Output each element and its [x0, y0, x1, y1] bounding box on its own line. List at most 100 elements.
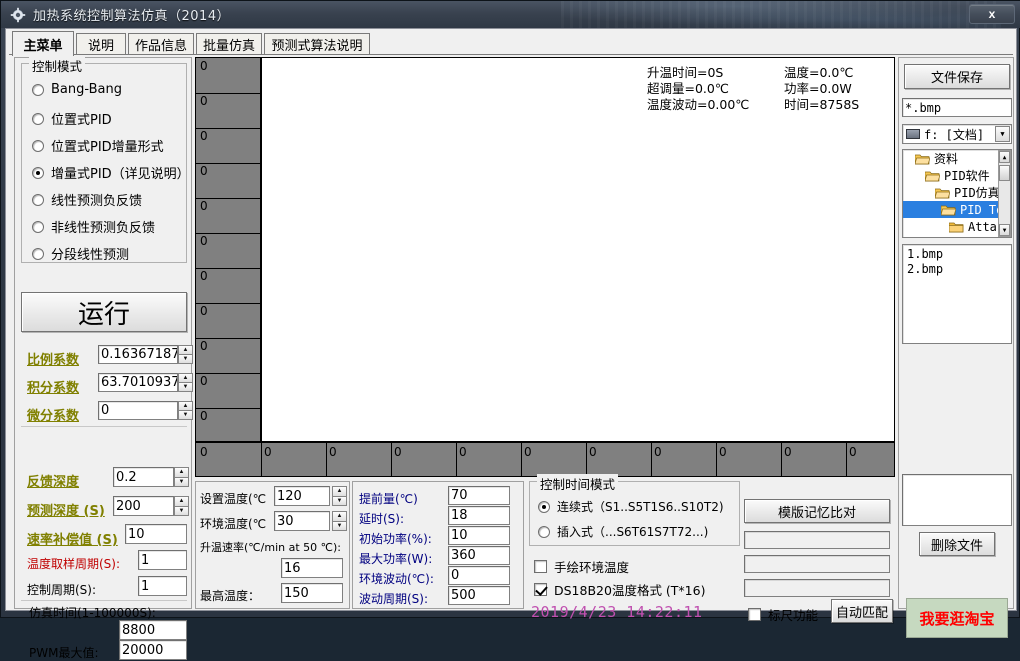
- input-proportional-coef[interactable]: 0.163671875: [98, 345, 178, 364]
- spinner-down-icon[interactable]: ▼: [174, 476, 189, 487]
- input-value: 120: [277, 488, 302, 504]
- radio-linear-predictive-feedback[interactable]: 线性预测负反馈: [32, 190, 142, 209]
- scroll-down-icon[interactable]: ▼: [999, 224, 1010, 236]
- spinner-integral-coef[interactable]: ▲ ▼: [178, 373, 193, 392]
- close-icon[interactable]: x: [969, 4, 1015, 24]
- spinner-up-icon[interactable]: ▲: [174, 496, 189, 506]
- dir-label: 资料: [934, 152, 959, 166]
- file-save-button[interactable]: 文件保存: [904, 64, 1010, 89]
- input-max-power[interactable]: 360: [448, 546, 510, 565]
- dir-row-pid-tool[interactable]: PID Tool: [903, 201, 1011, 218]
- input-pwm-max[interactable]: 20000: [119, 640, 187, 660]
- input-prediction-depth[interactable]: 200: [113, 496, 174, 516]
- spinner-derivative-coef[interactable]: ▲ ▼: [178, 401, 193, 420]
- template-field-3[interactable]: [744, 579, 890, 597]
- control-mode-title: 控制模式: [29, 56, 86, 75]
- input-integral-coef[interactable]: 63.70109375: [98, 373, 178, 392]
- checkbox-ruler-function[interactable]: 标尺功能: [748, 605, 818, 624]
- x-tick-label: 0: [719, 445, 727, 459]
- dir-label: PID软件: [944, 169, 990, 183]
- template-field-1[interactable]: [744, 531, 890, 549]
- spinner-down-icon[interactable]: ▼: [178, 410, 193, 420]
- spinner-down-icon[interactable]: ▼: [332, 495, 347, 506]
- input-ambient-fluctuation[interactable]: 0: [448, 566, 510, 585]
- radio-piecewise-linear-prediction[interactable]: 分段线性预测: [32, 244, 129, 263]
- tab-work-info[interactable]: 作品信息: [128, 33, 194, 55]
- spinner-up-icon[interactable]: ▲: [332, 486, 347, 496]
- spinner-prediction-depth[interactable]: ▲ ▼: [174, 496, 189, 516]
- spinner-proportional-coef[interactable]: ▲ ▼: [178, 345, 193, 364]
- input-sim-time[interactable]: 8800: [119, 620, 187, 640]
- tab-main-menu[interactable]: 主菜单: [12, 31, 74, 56]
- input-control-period[interactable]: 1: [138, 576, 187, 596]
- file-row[interactable]: 2.bmp: [907, 262, 1007, 277]
- template-compare-button[interactable]: 模版记忆比对: [744, 499, 890, 523]
- input-max-temperature[interactable]: 150: [281, 583, 343, 603]
- tab-label: 主菜单: [23, 38, 63, 54]
- file-row[interactable]: 1.bmp: [907, 247, 1007, 262]
- dir-row-pid-software[interactable]: PID软件: [903, 167, 1011, 184]
- spinner-up-icon[interactable]: ▲: [174, 467, 189, 477]
- directory-tree[interactable]: 资料 PID软件 PID仿真工具: [902, 149, 1012, 238]
- input-feedback-depth[interactable]: 0.2: [113, 467, 174, 487]
- drive-select[interactable]: f: [文档] ▼: [902, 124, 1012, 144]
- spinner-up-icon[interactable]: ▲: [332, 511, 347, 521]
- checkbox-manual-ambient-temp[interactable]: 手绘环境温度: [534, 557, 629, 576]
- spinner-down-icon[interactable]: ▼: [178, 382, 193, 392]
- input-fluctuation-period[interactable]: 500: [448, 586, 510, 605]
- radio-incremental-pid[interactable]: 增量式PID（详见说明）: [32, 163, 190, 182]
- dir-row-attach[interactable]: Attach: [903, 218, 1011, 235]
- input-initial-power[interactable]: 10: [448, 526, 510, 545]
- scroll-thumb[interactable]: [999, 165, 1010, 181]
- tab-predictive-algo[interactable]: 预测式算法说明: [264, 33, 370, 55]
- radio-insert-mode[interactable]: 插入式（...S6T61S7T72...): [538, 523, 708, 540]
- directory-scrollbar[interactable]: ▲ ▼: [998, 150, 1011, 237]
- chart-plot-area[interactable]: 升温时间=0S 超调量=0.0℃ 温度波动=0.00℃ 温度=0.0℃ 功率=0…: [261, 57, 895, 442]
- input-temp-sampling-period[interactable]: 1: [138, 550, 187, 570]
- input-delay[interactable]: 18: [448, 506, 510, 525]
- auto-match-button[interactable]: 自动匹配: [831, 599, 893, 623]
- drive-icon: [906, 129, 920, 139]
- taobao-label: 我要逛淘宝: [919, 609, 995, 628]
- radio-nonlinear-predictive-feedback[interactable]: 非线性预测负反馈: [32, 217, 155, 236]
- client-area: 主菜单 说明 作品信息 批量仿真 预测式算法说明 控制模式 Bang-Bang …: [5, 28, 1017, 660]
- checkbox-ds18b20-format[interactable]: DS18B20温度格式 (T*16): [534, 580, 705, 599]
- title-bar[interactable]: 加热系统控制算法仿真（2014） x: [1, 1, 1020, 28]
- chevron-down-icon[interactable]: ▼: [995, 126, 1010, 142]
- delete-file-button[interactable]: 删除文件: [919, 532, 995, 556]
- file-list[interactable]: 1.bmp 2.bmp: [902, 244, 1012, 344]
- spinner-up-icon[interactable]: ▲: [178, 401, 193, 410]
- input-set-temperature[interactable]: 120: [274, 486, 330, 506]
- radio-bang-bang[interactable]: Bang-Bang: [32, 82, 122, 97]
- spinner-down-icon[interactable]: ▼: [178, 354, 193, 364]
- spinner-up-icon[interactable]: ▲: [178, 373, 193, 382]
- input-advance-amount[interactable]: 70: [448, 486, 510, 505]
- chart-readouts-left: 升温时间=0S 超调量=0.0℃ 温度波动=0.00℃: [647, 65, 749, 113]
- tab-description[interactable]: 说明: [76, 33, 126, 55]
- spinner-feedback-depth[interactable]: ▲ ▼: [174, 467, 189, 487]
- scroll-up-icon[interactable]: ▲: [999, 151, 1010, 163]
- spinner-down-icon[interactable]: ▼: [332, 520, 347, 531]
- input-heating-rate[interactable]: 150 16: [281, 558, 343, 578]
- dir-row-ziliao[interactable]: 资料: [903, 150, 1011, 167]
- spinner-ambient-temperature[interactable]: ▲ ▼: [332, 511, 347, 531]
- tab-batch-sim[interactable]: 批量仿真: [196, 33, 262, 55]
- file-preview-field[interactable]: [902, 474, 1012, 526]
- spinner-down-icon[interactable]: ▼: [174, 505, 189, 516]
- dir-row-pid-sim-tool[interactable]: PID仿真工具: [903, 184, 1011, 201]
- radio-positional-pid[interactable]: 位置式PID: [32, 109, 112, 128]
- input-value: 0.2: [116, 469, 137, 485]
- radio-continuous-mode[interactable]: 连续式（S1..S5T1S6..S10T2): [538, 498, 724, 515]
- input-rate-compensation[interactable]: 10: [125, 524, 187, 544]
- radio-positional-pid-incremental[interactable]: 位置式PID增量形式: [32, 136, 164, 155]
- input-ambient-temperature[interactable]: 30: [274, 511, 330, 531]
- spinner-set-temperature[interactable]: ▲ ▼: [332, 486, 347, 506]
- template-field-2[interactable]: [744, 555, 890, 573]
- tab-label: 批量仿真: [202, 39, 255, 54]
- run-button[interactable]: 运行: [21, 292, 187, 332]
- file-filter-input[interactable]: *.bmp: [902, 98, 1012, 117]
- taobao-link-button[interactable]: 我要逛淘宝: [906, 598, 1008, 638]
- spinner-up-icon[interactable]: ▲: [178, 345, 193, 354]
- checkbox-label: 标尺功能: [768, 608, 819, 623]
- input-derivative-coef[interactable]: 0: [98, 401, 178, 420]
